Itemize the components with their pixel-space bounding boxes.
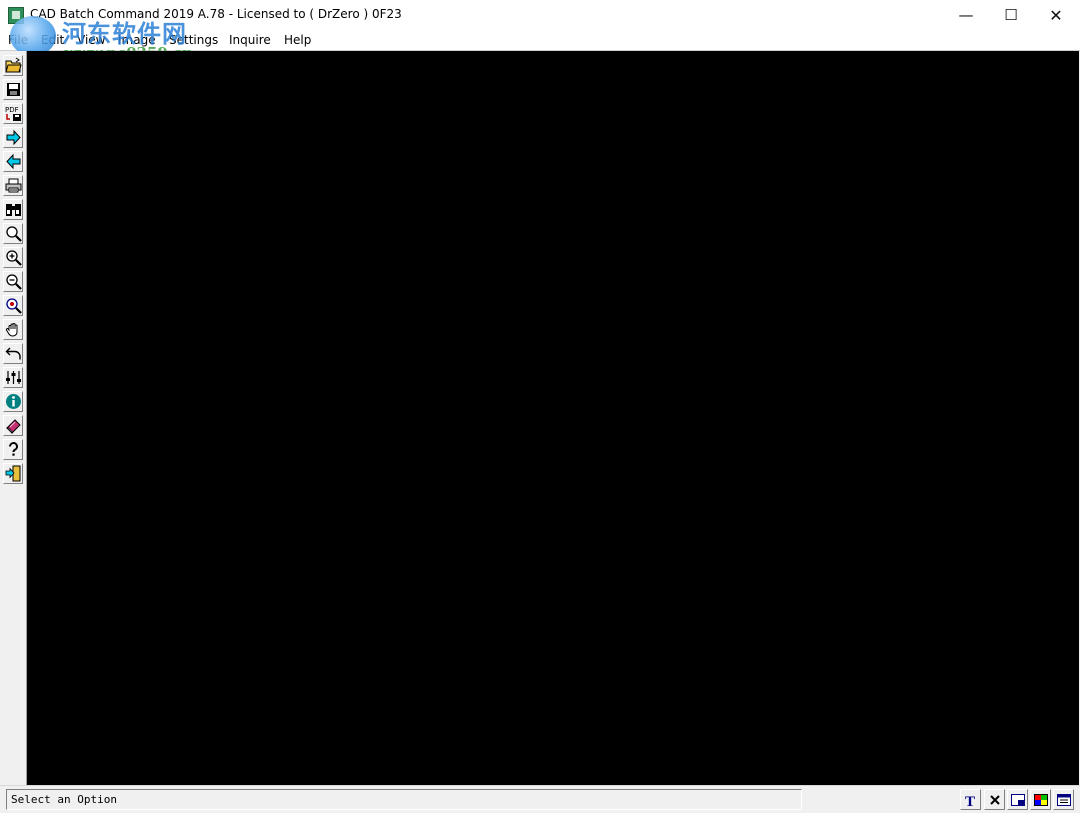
save-disk-icon xyxy=(6,83,20,96)
window-layout-button[interactable] xyxy=(1007,789,1028,810)
menu-edit[interactable]: Edit xyxy=(41,33,64,47)
zoom-icon xyxy=(5,226,22,242)
color-palette-icon xyxy=(1033,793,1048,806)
maximize-button[interactable]: ☐ xyxy=(988,0,1034,30)
status-bar: Select an Option T xyxy=(0,785,1080,813)
pan-hand-icon xyxy=(5,323,17,337)
next-arrow-icon xyxy=(6,129,21,146)
book-button[interactable] xyxy=(3,415,23,436)
left-toolbar: PDF xyxy=(0,51,27,785)
exit-button[interactable] xyxy=(3,463,23,484)
pdf-label: PDF xyxy=(5,106,19,114)
save-pdf-button[interactable]: PDF xyxy=(3,103,23,124)
menu-bar: File Edit View Image Settings Inquire He… xyxy=(0,30,1080,50)
menu-settings[interactable]: Settings xyxy=(169,33,218,47)
clear-button[interactable] xyxy=(984,789,1005,810)
zoom-in-button[interactable] xyxy=(3,247,23,268)
menu-help[interactable]: Help xyxy=(284,33,311,47)
info-button[interactable] xyxy=(3,391,23,412)
help-button[interactable] xyxy=(3,439,23,460)
text-t-icon: T xyxy=(965,794,975,808)
menu-file[interactable]: File xyxy=(8,33,28,47)
save-button[interactable] xyxy=(3,79,23,100)
open-button[interactable] xyxy=(3,55,23,76)
open-folder-icon xyxy=(4,57,22,73)
print-icon xyxy=(5,178,21,193)
text-button-label: T xyxy=(965,794,975,808)
status-message-field: Select an Option xyxy=(6,789,802,810)
adjust-sliders-icon xyxy=(5,371,21,384)
window-title: CAD Batch Command 2019 A.78 - Licensed t… xyxy=(30,7,402,21)
close-x-icon xyxy=(989,794,1000,805)
menu-image[interactable]: Image xyxy=(118,33,156,47)
layers-button[interactable] xyxy=(1053,789,1074,810)
binoculars-icon xyxy=(5,204,21,216)
zoom-extents-button[interactable] xyxy=(3,295,23,316)
previous-button[interactable] xyxy=(3,151,23,172)
print-button[interactable] xyxy=(3,175,23,196)
pan-button[interactable] xyxy=(3,319,23,340)
minimize-button[interactable]: — xyxy=(943,0,989,30)
help-question-icon xyxy=(8,442,18,456)
window-layout-icon xyxy=(1010,793,1025,806)
layers-icon xyxy=(1056,793,1071,806)
text-button[interactable]: T xyxy=(960,789,981,810)
previous-arrow-icon xyxy=(5,153,20,170)
close-button[interactable]: ✕ xyxy=(1033,0,1079,30)
undo-button[interactable] xyxy=(3,343,23,364)
title-bar[interactable]: CAD Batch Command 2019 A.78 - Licensed t… xyxy=(0,0,1080,30)
zoom-out-icon xyxy=(5,274,22,290)
menu-view[interactable]: View xyxy=(77,33,105,47)
find-button[interactable] xyxy=(3,199,23,220)
info-icon xyxy=(5,394,21,409)
pdf-save-icon: PDF xyxy=(5,106,21,121)
adjust-button[interactable] xyxy=(3,367,23,388)
menu-inquire[interactable]: Inquire xyxy=(229,33,271,47)
undo-icon xyxy=(5,347,21,360)
status-message: Select an Option xyxy=(11,793,117,806)
app-icon[interactable] xyxy=(8,7,24,24)
zoom-in-icon xyxy=(5,250,22,266)
next-button[interactable] xyxy=(3,127,23,148)
zoom-button[interactable] xyxy=(3,223,23,244)
exit-door-icon xyxy=(5,465,20,482)
book-icon xyxy=(5,419,21,434)
drawing-canvas[interactable] xyxy=(27,51,1079,785)
color-palette-button[interactable] xyxy=(1030,789,1051,810)
zoom-out-button[interactable] xyxy=(3,271,23,292)
zoom-extents-icon xyxy=(5,298,22,314)
